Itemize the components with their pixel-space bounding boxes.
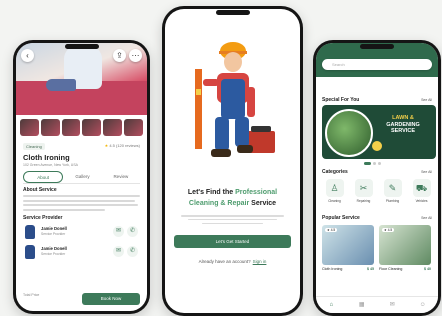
category-label: Repairing: [356, 199, 371, 203]
popular-card[interactable]: ★ 4.5 Cloth Ironing $ 45: [322, 225, 374, 271]
promo-line3: SERVICE: [390, 128, 416, 134]
category-label: Vehicles: [415, 199, 428, 203]
signin-prompt: Already have an account?: [198, 259, 251, 264]
gallery-thumb[interactable]: [82, 119, 102, 136]
gallery-thumb[interactable]: [124, 119, 143, 136]
star-icon: ★: [104, 143, 109, 148]
phone-home: Search Special For You See All LAWN & GA…: [313, 40, 441, 316]
special-see-all[interactable]: See All: [421, 98, 432, 102]
promo-banner[interactable]: LAWN & GARDENING SERVICE: [322, 105, 436, 159]
phone-icon[interactable]: ✆: [127, 226, 138, 237]
book-now-button[interactable]: Book Now: [82, 293, 140, 305]
category-list: ♙ Cleaning ✂ Repairing ✎ Plumbing ⛟ Vehi…: [322, 179, 434, 203]
garden-photo: [325, 109, 373, 157]
service-address: 102 Green Avenue, New York, USA: [23, 163, 78, 167]
provider-role: Service Provider: [41, 252, 66, 256]
logo-icon: [372, 141, 382, 151]
price-label: Total Price: [23, 293, 40, 297]
headline-post: Service: [249, 200, 277, 207]
onboarding-headline: Let's Find the Professional Cleaning & R…: [173, 187, 292, 209]
avatar: [25, 225, 35, 239]
search-input[interactable]: Search: [322, 59, 432, 70]
service-price: $ 45: [367, 267, 374, 271]
provider-row[interactable]: Jamie Donell Service Provider ✉ ✆: [23, 244, 140, 260]
category-cleaning[interactable]: ♙ Cleaning: [322, 179, 347, 203]
message-icon[interactable]: ✉: [113, 226, 124, 237]
back-button[interactable]: ‹: [21, 49, 34, 62]
phone-onboarding: Let's Find the Professional Cleaning & R…: [162, 6, 303, 316]
worker-illustration: [195, 42, 275, 157]
onboarding-description: [181, 215, 284, 226]
rating-badge: ★ 4.5: [325, 228, 338, 232]
gallery-thumb[interactable]: [61, 119, 81, 136]
category-label: Plumbing: [385, 199, 400, 203]
service-image: ★ 4.5: [379, 225, 431, 265]
carousel-dots: [364, 162, 381, 165]
category-vehicles[interactable]: ⛟ Vehicles: [409, 179, 434, 203]
signin-link[interactable]: Sign in: [253, 259, 267, 264]
detail-tabs: About Gallery Review: [23, 171, 140, 184]
profile-icon[interactable]: ☺: [408, 297, 439, 313]
provider-name: Jamie Donell: [41, 226, 67, 231]
gallery-thumb[interactable]: [40, 119, 60, 136]
avatar: [25, 245, 35, 259]
promo-text: LAWN & GARDENING SERVICE: [374, 115, 432, 135]
category-repairing[interactable]: ✂ Repairing: [351, 179, 376, 203]
wrench-icon: ✎: [383, 179, 402, 197]
phone-icon[interactable]: ✆: [127, 246, 138, 257]
tools-icon: ✂: [354, 179, 373, 197]
categories-see-all[interactable]: See All: [421, 170, 432, 174]
service-detail-screen: ‹ ⇪ ⋯ Cleaning ★ 4.5 (120 reviews) Cloth…: [16, 43, 147, 311]
provider-name: Jamie Donell: [41, 246, 67, 251]
truck-icon: ⛟: [412, 179, 431, 197]
special-heading: Special For You: [322, 97, 360, 103]
gallery-thumb[interactable]: [20, 119, 39, 136]
message-icon[interactable]: ✉: [113, 246, 124, 257]
more-button[interactable]: ⋯: [129, 49, 142, 62]
signin-row: Already have an account? Sign in: [165, 259, 300, 264]
categories-heading: Categories: [322, 169, 348, 175]
get-started-button[interactable]: Let's Get Started: [174, 235, 291, 248]
share-button[interactable]: ⇪: [113, 49, 126, 62]
phone-service-detail: ‹ ⇪ ⋯ Cleaning ★ 4.5 (120 reviews) Cloth…: [13, 40, 150, 314]
service-hero-image: [16, 43, 147, 115]
service-name: Cloth Ironing: [322, 267, 343, 271]
service-image: ★ 4.5: [322, 225, 374, 265]
popular-list: ★ 4.5 Cloth Ironing $ 45 ★ 4.5 Floor Cle…: [322, 225, 431, 271]
home-icon[interactable]: ⌂: [316, 297, 347, 313]
tab-review[interactable]: Review: [102, 171, 140, 183]
popular-see-all[interactable]: See All: [421, 216, 432, 220]
gallery-thumb[interactable]: [103, 119, 123, 136]
provider-role: Service Provider: [41, 232, 66, 236]
service-name: Floor Cleaning: [379, 267, 403, 271]
onboarding-screen: Let's Find the Professional Cleaning & R…: [165, 9, 300, 313]
about-heading: About Service: [23, 187, 57, 193]
broom-icon: ♙: [325, 179, 344, 197]
rating-text: 4.5 (120 reviews): [109, 143, 140, 148]
provider-heading: Service Provider: [23, 215, 63, 221]
calendar-icon[interactable]: ▦: [347, 297, 378, 313]
about-text: [23, 195, 140, 213]
rating-badge: ★ 4.5: [382, 228, 395, 232]
tab-about[interactable]: About: [23, 171, 64, 183]
popular-heading: Popular Service: [322, 215, 360, 221]
category-label: Cleaning: [328, 199, 341, 203]
tab-gallery[interactable]: Gallery: [63, 171, 101, 183]
rating: ★ 4.5 (120 reviews): [105, 143, 140, 148]
headline-pre: Let's Find the: [187, 189, 236, 196]
bottom-nav: ⌂ ▦ ✉ ☺: [316, 296, 438, 313]
service-title: Cloth Ironing: [23, 153, 70, 162]
home-screen: Search Special For You See All LAWN & GA…: [316, 43, 438, 313]
popular-card[interactable]: ★ 4.5 Floor Cleaning $ 40: [379, 225, 431, 271]
category-plumbing[interactable]: ✎ Plumbing: [380, 179, 405, 203]
chat-icon[interactable]: ✉: [377, 297, 408, 313]
service-price: $ 40: [424, 267, 431, 271]
gallery-thumbnails: [20, 119, 143, 136]
provider-row[interactable]: Jamie Donell Service Provider ✉ ✆: [23, 224, 140, 240]
search-placeholder: Search: [332, 62, 345, 67]
category-chip: Cleaning: [23, 143, 45, 150]
